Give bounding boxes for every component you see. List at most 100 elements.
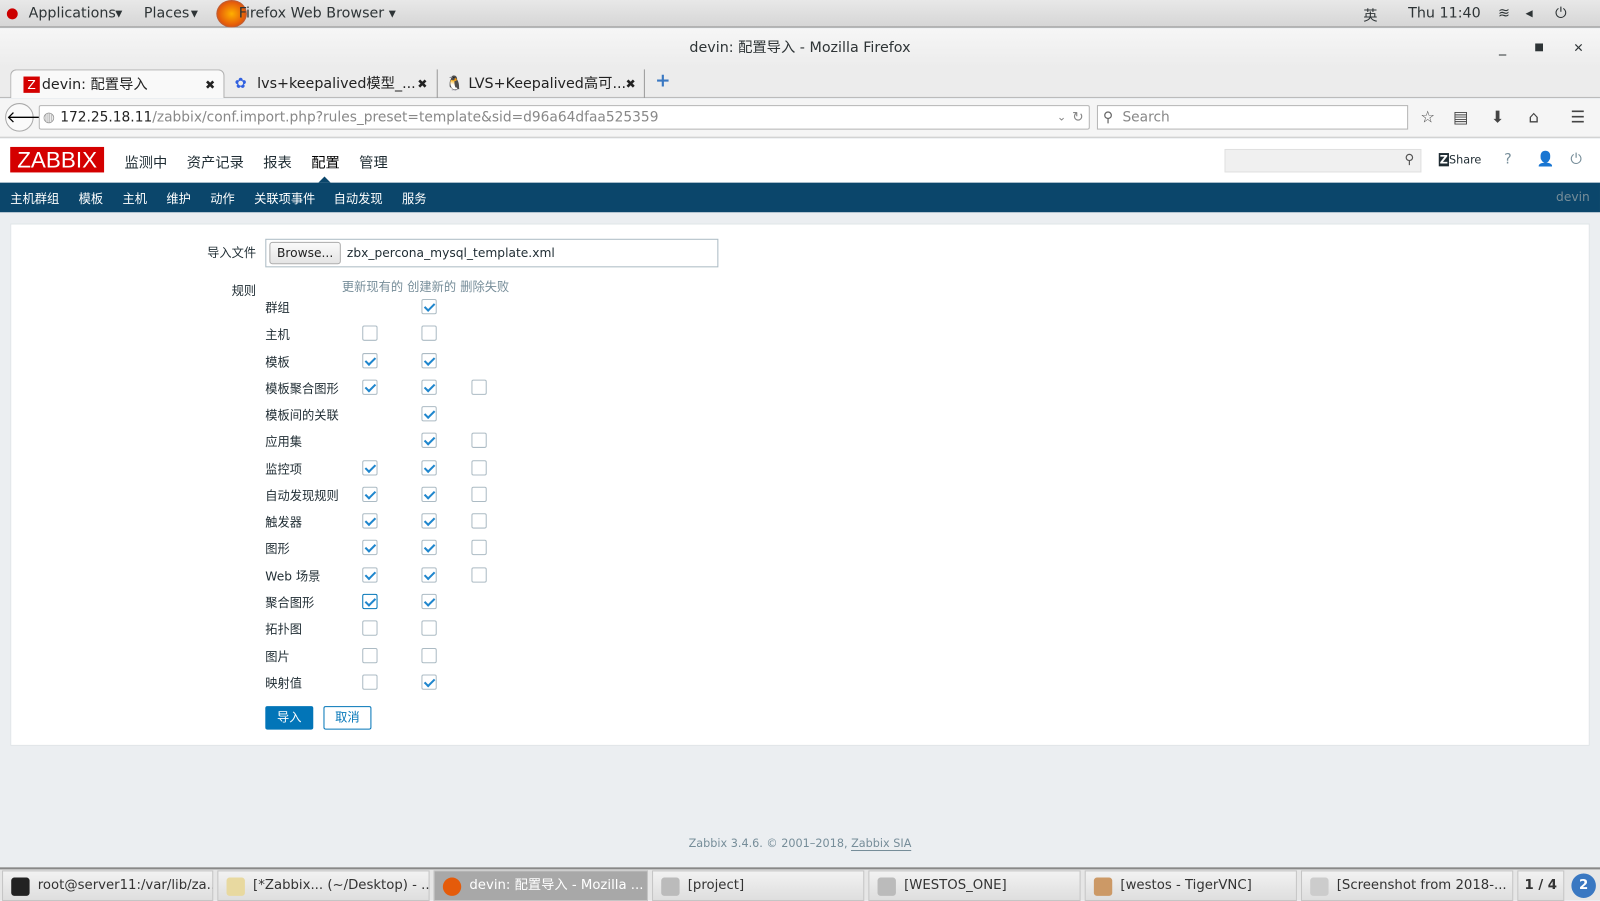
applications-menu[interactable]: Applications [29, 5, 116, 21]
checkbox-create[interactable] [421, 513, 437, 529]
checkbox-delete[interactable] [471, 539, 487, 556]
reload-icon[interactable]: ↻ [1072, 106, 1084, 128]
tab-zabbix-import[interactable]: Z devin: 配置导入 ✖ [10, 69, 225, 99]
task-project[interactable]: [project] [652, 870, 865, 901]
task-text-editor[interactable]: [*Zabbix... (~/Desktop) - ... [217, 870, 430, 901]
tab-lvs-keepalived-model[interactable]: ✿ lvs+keepalived模型_... ✖ [227, 69, 436, 98]
share-link[interactable]: ZShare [1438, 153, 1481, 167]
checkbox-delete[interactable] [471, 513, 487, 529]
menu-icon[interactable]: ☰ [1570, 107, 1585, 126]
checkbox-delete[interactable] [471, 432, 487, 448]
close-window-button[interactable]: ✕ [1573, 29, 1583, 68]
checkbox-update[interactable] [362, 593, 378, 610]
close-tab-icon[interactable]: ✖ [205, 70, 215, 99]
close-tab-icon[interactable]: ✖ [625, 69, 635, 98]
checkbox-update[interactable] [362, 539, 378, 556]
checkbox-create[interactable] [421, 539, 437, 556]
power-icon[interactable]: ⏻ [1555, 5, 1566, 21]
checkbox-update[interactable] [362, 567, 378, 583]
user-profile-icon[interactable]: 👤 [1537, 151, 1555, 167]
checkbox-create[interactable] [421, 593, 437, 610]
url-bar[interactable]: ◍ 172.25.18.11/zabbix/conf.import.php?ru… [38, 105, 1090, 130]
task-firefox[interactable]: devin: 配置导入 - Mozilla ... [433, 870, 648, 901]
footer-copyright: Zabbix 3.4.6. © 2001–2018, [688, 836, 852, 850]
checkbox-create[interactable] [421, 406, 437, 422]
checkbox-update[interactable] [362, 647, 378, 664]
places-menu[interactable]: Places [144, 5, 189, 21]
checkbox-create[interactable] [421, 325, 437, 341]
volume-muted-icon[interactable]: ◂ [1525, 5, 1532, 21]
checkbox-create[interactable] [421, 379, 437, 395]
active-app-menu[interactable]: Firefox Web Browser [239, 5, 384, 21]
checkbox-create[interactable] [421, 567, 437, 583]
submenu-discovery[interactable]: 自动发现 [334, 190, 383, 207]
task-tigervnc[interactable]: [westos - TigerVNC] [1084, 870, 1297, 901]
zabbix-search-input[interactable]: ⚲ [1224, 148, 1422, 173]
menu-administration[interactable]: 管理 [359, 152, 388, 172]
maximize-button[interactable]: ■ [1534, 29, 1544, 68]
browse-button[interactable]: Browse... [269, 241, 341, 265]
workspace-switcher[interactable]: 1 / 4 [1517, 870, 1565, 901]
submenu-templates[interactable]: 模板 [79, 190, 104, 207]
notification-badge[interactable]: 2 [1571, 873, 1596, 898]
zabbix-logo[interactable]: ZABBIX [10, 146, 105, 173]
menu-inventory[interactable]: 资产记录 [187, 152, 244, 172]
menu-configuration[interactable]: 配置 [311, 152, 340, 172]
submenu-event-correlation[interactable]: 关联项事件 [254, 190, 315, 207]
window-icon [661, 877, 680, 896]
checkbox-update[interactable] [362, 325, 378, 341]
checkbox-create[interactable] [421, 620, 437, 636]
menu-reports[interactable]: 报表 [263, 152, 292, 172]
menu-monitoring[interactable]: 监测中 [124, 152, 167, 172]
checkbox-delete[interactable] [471, 379, 487, 395]
import-file-input[interactable]: Browse... zbx_percona_mysql_template.xml [265, 238, 719, 268]
task-screenshot[interactable]: [Screenshot from 2018-... [1301, 870, 1514, 901]
checkbox-update[interactable] [362, 674, 378, 690]
bookmark-star-icon[interactable]: ☆ [1420, 107, 1435, 126]
submenu-maintenance[interactable]: 维护 [166, 190, 191, 207]
submenu-services[interactable]: 服务 [402, 190, 427, 207]
checkbox-update[interactable] [362, 460, 378, 476]
submenu-hosts[interactable]: 主机 [122, 190, 147, 207]
checkbox-update[interactable] [362, 486, 378, 503]
wifi-icon[interactable]: ≋ [1498, 5, 1510, 21]
checkbox-update[interactable] [362, 353, 378, 369]
new-tab-button[interactable]: + [655, 70, 670, 91]
checkbox-create[interactable] [421, 298, 437, 315]
task-westos-one[interactable]: [WESTOS_ONE] [868, 870, 1081, 901]
logout-icon[interactable]: ⏻ [1570, 151, 1581, 167]
checkbox-create[interactable] [421, 432, 437, 448]
checkbox-create[interactable] [421, 647, 437, 664]
clock[interactable]: Thu 11:40 [1408, 5, 1481, 21]
checkbox-update[interactable] [362, 379, 378, 395]
tab-lvs-keepalived-ha[interactable]: 🐧 LVS+Keepalived高可... ✖ [436, 69, 645, 98]
search-input[interactable]: ⚲ Search [1096, 105, 1409, 130]
input-method-indicator[interactable]: 英 [1363, 5, 1377, 25]
checkbox-delete[interactable] [471, 460, 487, 476]
history-dropdown-icon[interactable]: ⌄ [1057, 106, 1066, 128]
import-button[interactable]: 导入 [265, 706, 314, 730]
submenu-actions[interactable]: 动作 [210, 190, 235, 207]
checkbox-delete[interactable] [471, 486, 487, 503]
checkbox-create[interactable] [421, 486, 437, 503]
checkbox-update[interactable] [362, 620, 378, 636]
task-terminal[interactable]: root@server11:/var/lib/za... [2, 870, 214, 901]
taskbar: root@server11:/var/lib/za... [*Zabbix...… [0, 867, 1600, 901]
submenu-host-groups[interactable]: 主机群组 [10, 190, 59, 207]
checkbox-delete[interactable] [471, 567, 487, 583]
search-icon[interactable]: ⚲ [1405, 152, 1415, 167]
download-icon[interactable]: ⬇ [1491, 107, 1505, 126]
checkbox-create[interactable] [421, 674, 437, 690]
back-button[interactable]: 🡐 [5, 103, 50, 132]
reading-list-icon[interactable]: ▤ [1453, 107, 1468, 126]
help-icon[interactable]: ? [1504, 151, 1512, 167]
close-tab-icon[interactable]: ✖ [417, 69, 427, 98]
cancel-button[interactable]: 取消 [323, 706, 372, 730]
checkbox-create[interactable] [421, 460, 437, 476]
minimize-button[interactable]: _ [1499, 29, 1506, 68]
checkbox-update[interactable] [362, 513, 378, 529]
checkbox-create[interactable] [421, 353, 437, 369]
home-icon[interactable]: ⌂ [1529, 107, 1539, 126]
zabbix-sia-link[interactable]: Zabbix SIA [851, 836, 912, 852]
tab-label: LVS+Keepalived高可... [468, 75, 627, 92]
